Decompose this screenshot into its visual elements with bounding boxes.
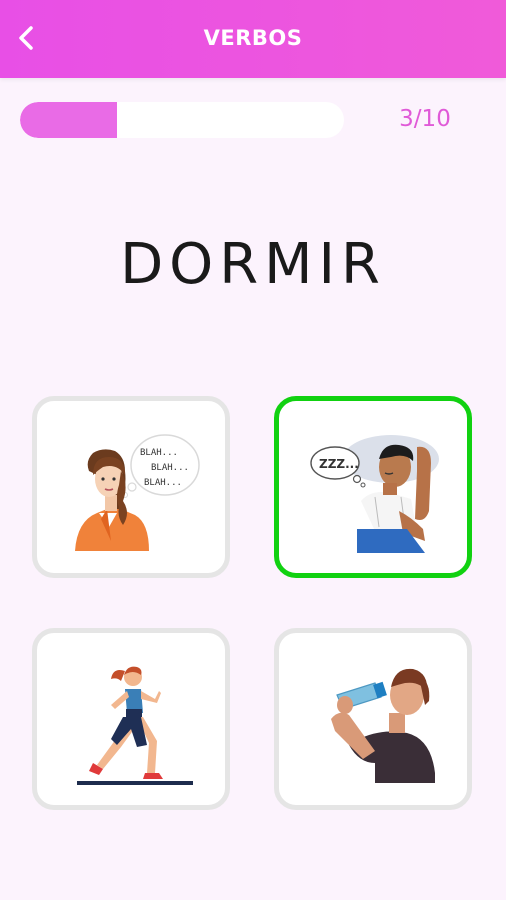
option-card-sleeping-man[interactable]: ZZZ...	[274, 396, 472, 578]
app-header: VERBOS	[0, 0, 506, 78]
drinking-man-illustration	[331, 668, 435, 783]
progress-bar	[20, 102, 344, 138]
talking-woman-illustration: BLAH... BLAH... BLAH...	[75, 434, 200, 551]
page-title: VERBOS	[203, 26, 303, 50]
option-card-drinking-man[interactable]	[274, 628, 472, 810]
question-word: DORMIR	[120, 232, 386, 297]
progress-bar-fill	[20, 102, 118, 138]
bubble-line-2: BLAH...	[151, 463, 189, 473]
bubble-line-3: BLAH...	[144, 478, 182, 488]
running-woman-illustration	[77, 666, 193, 785]
sleeping-man-illustration: ZZZ...	[310, 435, 439, 553]
progress-count: 3/10	[399, 106, 451, 132]
option-card-talking-woman[interactable]: BLAH... BLAH... BLAH...	[32, 396, 230, 578]
option-card-running-woman[interactable]	[32, 628, 230, 810]
bubble-text: ZZZ...	[319, 457, 359, 471]
bubble-line-1: BLAH...	[140, 448, 178, 458]
